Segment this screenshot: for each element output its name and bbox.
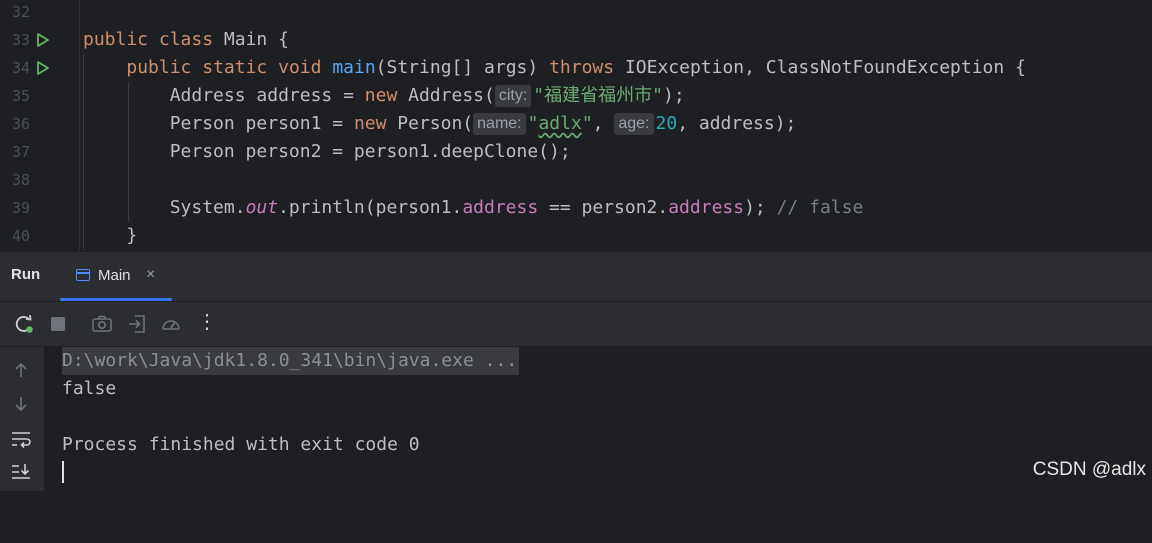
text-caret [62,461,64,483]
line-number: 40 [11,227,30,245]
run-icon[interactable] [36,33,50,47]
watermark: CSDN @adlx [1032,459,1146,480]
run-toolbar: ⋮ [0,302,1152,347]
parameter-hint: city: [494,85,532,107]
code-text: Person person1 = new Person(name: "adlx",… [169,113,797,135]
code-line-36[interactable]: 36 Person person1 = new Person(name: "adl… [0,110,1152,138]
code-text: Person person2 = person1.deepClone(); [169,141,571,162]
code-line-39[interactable]: 39 System.out.println(person1.address ==… [0,194,1152,222]
code-line-35[interactable]: 35 Address address = new Address(city: "福… [0,82,1152,110]
line-number: 35 [11,87,30,105]
soft-wrap-icon[interactable] [10,428,32,450]
code-line-37[interactable]: 37 Person person2 = person1.deepClone(); [0,138,1152,166]
line-number: 36 [11,115,30,133]
scroll-to-end-icon[interactable] [10,461,32,483]
indent-guide [128,82,129,222]
code-text: public static void main(String[] args) t… [126,57,1026,78]
code-text: Address address = new Address(city: "福建省福… [169,85,685,107]
parameter-hint: age: [614,113,654,135]
console-sidebar [0,347,44,491]
import-icon[interactable] [126,313,148,335]
line-number: 33 [11,31,30,49]
code-line-32[interactable]: 32 [0,0,1152,26]
run-window-title: Run [11,266,41,283]
code-line-40[interactable]: 40 } [0,222,1152,250]
screenshot-icon[interactable] [91,313,113,335]
code-line-38[interactable]: 38 [0,166,1152,194]
tab-main[interactable]: Main × [60,252,172,301]
console-window-icon [76,269,90,281]
output-line: false [62,378,117,399]
indent-guide [83,54,84,250]
tab-label: Main [98,267,131,284]
code-line-34[interactable]: 34 public static void main(String[] args… [0,54,1152,82]
profiler-icon[interactable] [160,313,182,335]
close-icon[interactable]: × [146,266,155,284]
run-icon[interactable] [36,61,50,75]
code-comment: // false [776,197,864,218]
exit-line: Process finished with exit code 0 [62,434,420,455]
line-number: 39 [11,199,30,217]
run-tool-window: Run Main × ⋮ D:\work\Java\jdk1.8.0_341\b… [0,252,1152,491]
stop-icon[interactable] [47,313,69,335]
code-text: System.out.println(person1.address == pe… [169,197,864,218]
active-tab-indicator [60,298,172,301]
line-number: 38 [11,171,30,189]
code-text: public class Main { [83,29,289,50]
command-line[interactable]: D:\work\Java\jdk1.8.0_341\bin\java.exe .… [62,347,520,375]
down-arrow-icon[interactable] [10,393,32,415]
code-text: } [126,225,138,246]
code-editor[interactable]: 32 33 public class Main { 34 public stat… [0,0,1152,252]
more-icon[interactable]: ⋮ [196,311,218,333]
rerun-icon[interactable] [13,313,35,335]
code-line-33[interactable]: 33 public class Main { [0,26,1152,54]
up-arrow-icon[interactable] [10,359,32,381]
line-number: 34 [11,59,30,77]
parameter-hint: name: [473,113,526,135]
line-number: 37 [11,143,30,161]
typo-underline: adlx [538,113,582,134]
console-output[interactable]: D:\work\Java\jdk1.8.0_341\bin\java.exe .… [44,347,1152,491]
line-number: 32 [11,3,30,21]
run-tab-bar: Run Main × [0,252,1152,302]
